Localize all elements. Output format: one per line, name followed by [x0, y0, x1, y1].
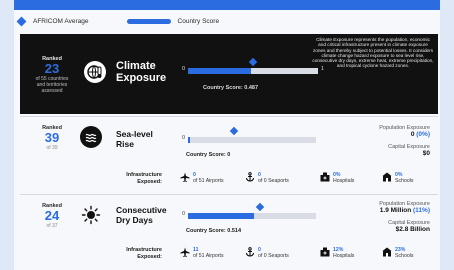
rank-number: 24 [44, 208, 60, 223]
bar-track [188, 137, 316, 143]
hospitals-stat: 0% Hospitals [320, 172, 354, 184]
population-exposure: Population Exposure 1.9 Million (11%) [379, 201, 430, 214]
rank-number: 39 [44, 130, 60, 145]
waves-icon [80, 126, 102, 148]
sea-level-rise-card: Ranked 39 of 39 Sea-level Rise 0 Country… [20, 116, 438, 192]
metric-percent: (0%) [416, 131, 430, 138]
average-marker [229, 126, 239, 136]
stat-label: Schools [395, 253, 414, 259]
schools-stat: 23% Schools [382, 247, 413, 259]
airplane-icon [180, 172, 190, 182]
rank-sub: assessed [41, 88, 63, 94]
card-title-line: Dry Days [116, 215, 153, 225]
country-score-label: Country Score: 0.487 [203, 85, 259, 91]
card-title-line: Climate [116, 60, 156, 72]
infra-title-line: Exposed: [137, 253, 162, 260]
hospital-icon [320, 247, 330, 257]
stat-label: Schools [395, 178, 414, 184]
anchor-icon [245, 172, 255, 182]
metric-value: $2.8 Billion [395, 226, 430, 233]
card-title: Climate Exposure [116, 60, 166, 84]
card-title: Sea-level Rise [116, 129, 153, 149]
stat-label: of 51 Airports [193, 178, 224, 184]
country-score-pill-icon [126, 18, 171, 24]
country-score-label: Country Score: 0 [186, 152, 231, 158]
stat-label: Hospitals [333, 178, 355, 184]
infrastructure-title: Infrastructure Exposed: [102, 247, 162, 260]
climate-exposure-card: Ranked 23 of 55 countries and territorie… [20, 34, 438, 114]
bar-fill [188, 213, 254, 219]
rank-block: Ranked 23 of 55 countries and territorie… [24, 56, 80, 94]
sun-icon [80, 204, 102, 226]
country-score-label: Country Score: 0.514 [186, 228, 242, 234]
stat-label: of 51 Airports [193, 253, 224, 259]
school-icon [382, 247, 392, 257]
seaports-stat: 0 of 0 Seaports [245, 172, 289, 184]
rank-sub: of 37 [46, 223, 58, 229]
capital-exposure: Capital Exposure $0 [388, 144, 430, 157]
average-marker [248, 57, 258, 67]
metric-value: $0 [422, 150, 430, 157]
bar-min-label: 0 [182, 135, 186, 141]
score-bar: 0 1 [182, 57, 324, 75]
hospitals-stat: 12% Hospitals [320, 247, 354, 259]
consecutive-dry-days-card: Ranked 24 of 37 Consecutive Dry Days 0 C… [20, 194, 438, 270]
stat-label: Hospitals [333, 253, 355, 259]
schools-stat: 0% Schools [382, 172, 413, 184]
airplane-icon [180, 247, 190, 257]
seaports-stat: 0 of 0 Seaports [245, 247, 289, 259]
bar-fill [188, 68, 252, 74]
card-title-line: Sea-level [116, 129, 153, 139]
card-title-line: Consecutive [116, 205, 167, 215]
stat-label: of 0 Seaports [258, 253, 289, 259]
rank-number: 23 [44, 61, 60, 76]
score-bar: 0 [182, 202, 322, 220]
population-exposure: Population Exposure 0 (0%) [379, 125, 430, 138]
bar-fill [188, 137, 190, 143]
metric-value: 0 [410, 131, 415, 138]
card-description: Climate Exposure represents the populati… [312, 37, 434, 69]
average-diamond-icon [16, 16, 27, 26]
stat-label: of 0 Seaports [258, 178, 289, 184]
capital-exposure: Capital Exposure $2.8 Billion [388, 220, 430, 233]
infrastructure-title: Infrastructure Exposed: [102, 172, 162, 185]
legend-average-label: AFRICOM Average [33, 17, 89, 25]
score-bar: 0 [182, 126, 322, 144]
rank-block: Ranked 24 of 37 [24, 203, 80, 229]
card-title: Consecutive Dry Days [116, 205, 167, 225]
bar-min-label: 0 [182, 66, 186, 72]
metric-percent: (11%) [413, 207, 430, 214]
rank-sub: of 39 [46, 145, 58, 151]
bar-min-label: 0 [182, 211, 186, 217]
card-title-line: Exposure [116, 72, 167, 84]
average-marker [255, 202, 264, 212]
infra-title-line: Exposed: [137, 178, 162, 185]
anchor-icon [245, 247, 255, 257]
header-bar [14, 0, 440, 10]
airports-stat: 0 of 51 Airports [180, 172, 224, 184]
card-title-line: Rise [116, 139, 134, 149]
metric-value: 1.9 Million [379, 207, 412, 214]
school-icon [382, 172, 392, 182]
rank-block: Ranked 39 of 39 [24, 125, 80, 151]
globe-thermometer-icon [84, 61, 106, 83]
legend-country-label: Country Score [177, 17, 220, 25]
hospital-icon [320, 172, 330, 182]
legend: AFRICOM Average Country Score [16, 14, 220, 28]
airports-stat: 11 of 51 Airports [180, 247, 224, 259]
